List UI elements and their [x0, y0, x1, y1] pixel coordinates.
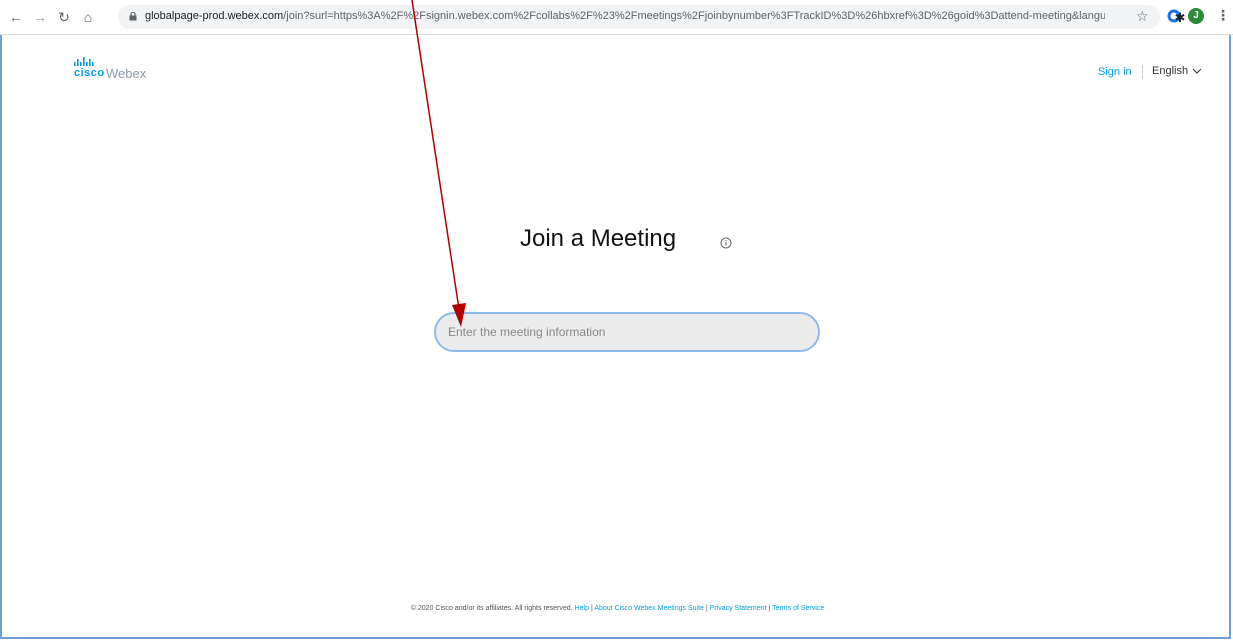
- browser-toolbar: ← → ↻ ⌂ globalpage-prod.webex.com/join?s…: [0, 0, 1233, 35]
- info-icon[interactable]: [720, 237, 732, 249]
- help-link[interactable]: Help: [575, 605, 589, 612]
- page-title: Join a Meeting: [520, 225, 677, 252]
- footer-separator: |: [768, 605, 771, 612]
- cisco-bars-icon: [74, 57, 94, 66]
- extensions-puzzle-icon[interactable]: ✱: [1170, 7, 1190, 27]
- terms-link[interactable]: Terms of Service: [772, 605, 824, 612]
- back-arrow-icon[interactable]: ←: [6, 7, 26, 27]
- page-footer: © 2020 Cisco and/or its affiliates. All …: [2, 605, 1233, 612]
- address-bar[interactable]: globalpage-prod.webex.com/join?surl=http…: [118, 5, 1160, 29]
- language-label: English: [1152, 65, 1189, 77]
- browser-menu-icon[interactable]: ⋮: [1216, 7, 1230, 24]
- url-path: /join?surl=https%3A%2F%2Fsignin.webex.co…: [283, 10, 1105, 22]
- privacy-link[interactable]: Privacy Statement: [710, 605, 767, 612]
- about-link[interactable]: About Cisco Webex Meetings Suite: [594, 605, 704, 612]
- lock-icon: [129, 12, 137, 21]
- profile-avatar[interactable]: J: [1188, 8, 1204, 24]
- footer-separator: |: [705, 605, 708, 612]
- reload-icon[interactable]: ↻: [54, 7, 74, 27]
- header-divider: [1142, 65, 1143, 79]
- sign-in-link[interactable]: Sign in: [1098, 66, 1132, 78]
- url-text[interactable]: globalpage-prod.webex.com/join?surl=http…: [145, 10, 1105, 24]
- bookmark-star-icon[interactable]: ☆: [1136, 8, 1149, 25]
- language-selector[interactable]: English: [1152, 65, 1202, 77]
- url-host: globalpage-prod.webex.com: [145, 10, 284, 22]
- copyright-text: © 2020 Cisco and/or its affiliates. All …: [410, 605, 573, 612]
- home-icon[interactable]: ⌂: [78, 7, 98, 27]
- brand-product: Webex: [106, 66, 147, 81]
- brand-cisco: cisco: [74, 67, 105, 79]
- meeting-info-input[interactable]: [434, 312, 820, 352]
- footer-separator: |: [590, 605, 593, 612]
- chevron-down-icon: [1192, 68, 1202, 74]
- webex-page: cisco Webex Sign in English Join a Meeti…: [0, 35, 1231, 639]
- cisco-webex-logo[interactable]: cisco Webex: [46, 57, 146, 91]
- forward-arrow-icon[interactable]: →: [30, 7, 50, 27]
